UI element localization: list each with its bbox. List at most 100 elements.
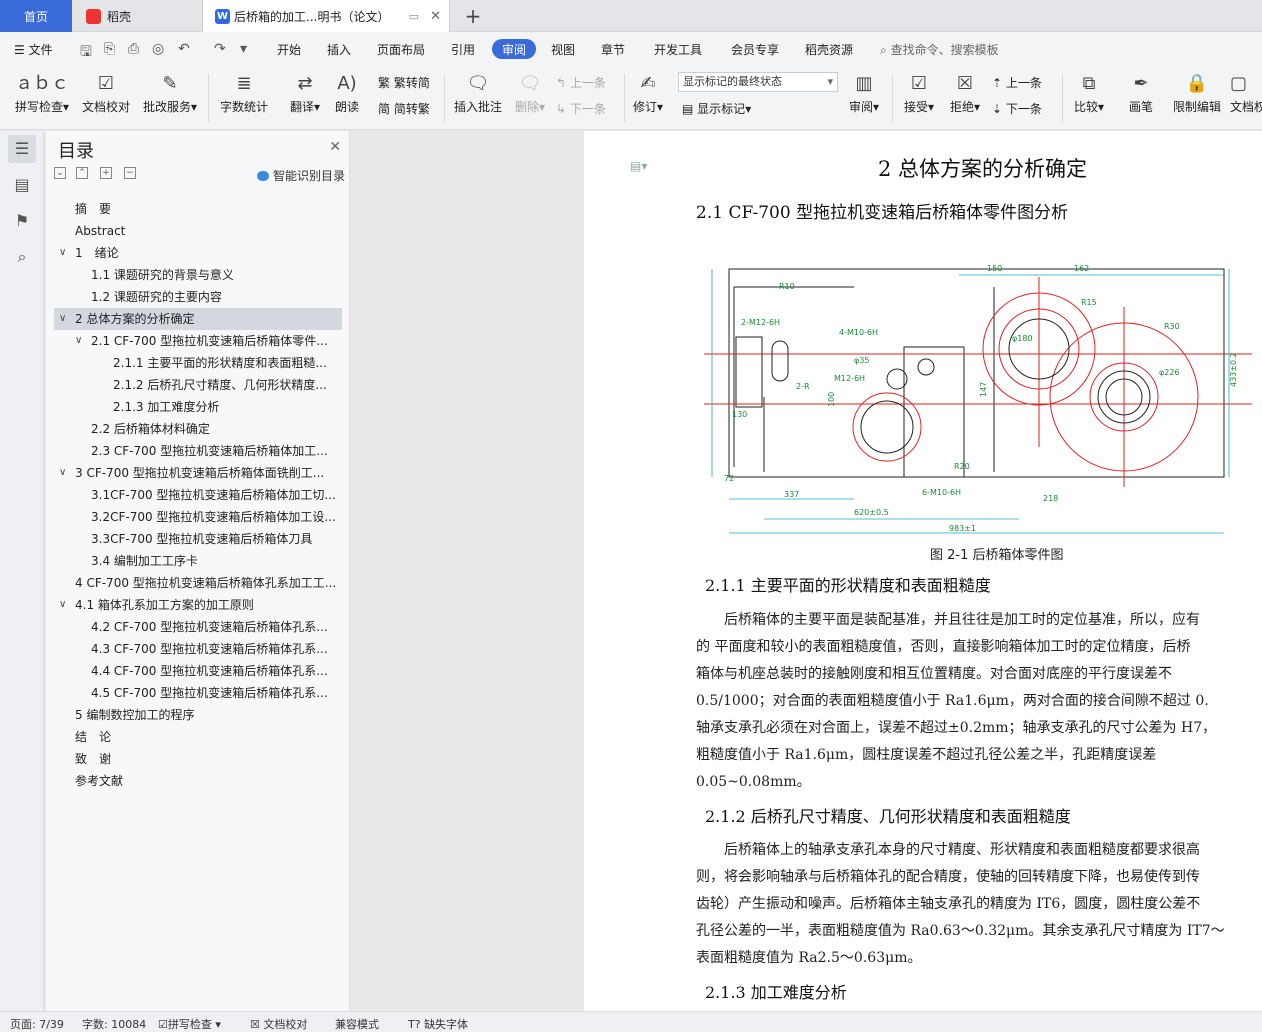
save-icon[interactable]: 🖫 xyxy=(80,41,92,65)
toc-item[interactable]: 结 论 xyxy=(54,726,342,748)
toc-item[interactable]: 4.5 CF-700 型拖拉机变速箱后桥箱体孔系... xyxy=(54,682,342,704)
chevron-down-icon[interactable]: ∨ xyxy=(59,594,66,616)
toc-item[interactable]: 2.1.1 主要平面的形状精度和表面粗糙... xyxy=(54,352,342,374)
chevron-down-icon[interactable]: ∨ xyxy=(75,330,82,352)
toc-item[interactable]: 参考文献 xyxy=(54,770,342,792)
read-aloud-button[interactable]: A) 朗读 xyxy=(332,70,362,115)
compare-button[interactable]: ⧉ 比较▾ xyxy=(1070,70,1108,115)
next-comment-button[interactable]: ↳ 下一条 xyxy=(556,100,606,117)
show-markup-button[interactable]: ▤ 显示标记▾ xyxy=(682,100,751,117)
tab-daoke[interactable]: 稻壳 xyxy=(72,0,202,32)
toc-item[interactable]: 3.1CF-700 型拖拉机变速箱后桥箱体加工切... xyxy=(54,484,342,506)
remove-heading-icon[interactable]: − xyxy=(124,167,136,179)
file-menu[interactable]: ☰ 文件 xyxy=(14,41,53,58)
toc-item[interactable]: 1.1 课题研究的背景与意义 xyxy=(54,264,342,286)
chevron-down-icon[interactable]: ∨ xyxy=(59,242,66,264)
find-icon[interactable]: ⌕ xyxy=(8,243,36,271)
toc-item[interactable]: 2.2 后桥箱体材料确定 xyxy=(54,418,342,440)
tab-daoke-label: 稻壳 xyxy=(107,9,132,24)
toc-item[interactable]: 3.4 编制加工工序卡 xyxy=(54,550,342,572)
toc-item[interactable]: 1.2 课题研究的主要内容 xyxy=(54,286,342,308)
window-restore-icon[interactable]: ▭ xyxy=(409,10,419,23)
toc-panel-icon[interactable]: ☰ xyxy=(8,135,36,163)
menu-review[interactable]: 审阅 xyxy=(492,39,536,59)
menu-references[interactable]: 引用 xyxy=(451,41,475,58)
page-indicator[interactable]: 页面: 7/39 xyxy=(10,1016,64,1032)
toc-item[interactable]: 2.1.3 加工难度分析 xyxy=(54,396,342,418)
chevron-down-icon[interactable]: ∨ xyxy=(59,308,66,330)
doccheck-status[interactable]: ☒ 文档校对 xyxy=(250,1016,307,1032)
expand-up-icon[interactable]: ⌃ xyxy=(76,167,88,179)
wordcount-button[interactable]: ≣ 字数统计 xyxy=(218,70,270,115)
toc-item[interactable]: ∨ 4.1 箱体孔系加工方案的加工原则 xyxy=(54,594,342,616)
print-icon[interactable]: ⎙ xyxy=(128,41,139,57)
correction-icon: ✎ xyxy=(162,73,178,94)
chapter-nav-icon[interactable]: ▤ xyxy=(8,171,36,199)
insert-comment-button[interactable]: 🗨 插入批注 xyxy=(452,70,504,115)
menu-daoke-resources[interactable]: 稻壳资源 xyxy=(805,41,853,58)
more-icon[interactable]: ▾ xyxy=(240,41,247,57)
toc-item[interactable]: 4.2 CF-700 型拖拉机变速箱后桥箱体孔系... xyxy=(54,616,342,638)
menu-start[interactable]: 开始 xyxy=(277,41,301,58)
doccheck-button[interactable]: ☑ 文档校对 xyxy=(80,70,132,115)
simp-to-trad-button[interactable]: 简 简转繁 xyxy=(378,100,430,117)
toc-item[interactable]: 摘 要 xyxy=(54,198,342,220)
export-icon[interactable]: ⎘ xyxy=(104,41,115,57)
spellcheck-button[interactable]: ａｂｃ 拼写检查▾ xyxy=(12,70,72,115)
doc-rights-button[interactable]: ▢ 文档权 xyxy=(1230,70,1262,115)
toc-item[interactable]: 4.4 CF-700 型拖拉机变速箱后桥箱体孔系... xyxy=(54,660,342,682)
next-change-button[interactable]: ⇣ 下一条 xyxy=(992,100,1042,117)
correction-button[interactable]: ✎ 批改服务▾ xyxy=(140,70,200,115)
toc-item[interactable]: 2.3 CF-700 型拖拉机变速箱后桥箱体加工... xyxy=(54,440,342,462)
tab-document[interactable]: W 后桥箱的加工...明书（论文） ▭ ✕ xyxy=(202,0,450,32)
undo-icon[interactable]: ↶ xyxy=(178,41,190,57)
toc-item[interactable]: 2.1.2 后桥孔尺寸精度、几何形状精度... xyxy=(54,374,342,396)
delete-comment-button[interactable]: 🗨 删除▾ xyxy=(512,70,548,115)
toc-item[interactable]: 致 谢 xyxy=(54,748,342,770)
translate-button[interactable]: ⇄ 翻译▾ xyxy=(286,70,324,115)
toc-item[interactable]: ∨ 3 CF-700 型拖拉机变速箱后桥箱体面铣削工... xyxy=(54,462,342,484)
toc-item[interactable]: ∨ 2 总体方案的分析确定 xyxy=(54,308,342,330)
menu-chapter[interactable]: 章节 xyxy=(601,41,625,58)
new-tab-button[interactable]: + xyxy=(458,0,488,32)
collapse-all-icon[interactable]: ⌄ xyxy=(54,167,66,179)
toc-item[interactable]: ∨ 1 绪论 xyxy=(54,242,342,264)
reject-button[interactable]: ☒ 拒绝▾ xyxy=(946,70,984,115)
menu-view[interactable]: 视图 xyxy=(551,41,575,58)
spellcheck-status[interactable]: ☑拼写检查 ▾ xyxy=(158,1016,221,1032)
menu-devtools[interactable]: 开发工具 xyxy=(654,41,702,58)
markup-state-select[interactable]: 显示标记的最终状态 xyxy=(678,72,838,92)
toc-item[interactable]: 4 CF-700 型拖拉机变速箱后桥箱体孔系加工工... xyxy=(54,572,342,594)
redo-icon[interactable]: ↷ xyxy=(214,41,226,57)
prev-comment-button[interactable]: ↰ 上一条 xyxy=(556,74,606,91)
menu-insert[interactable]: 插入 xyxy=(327,41,351,58)
menu-member[interactable]: 会员专享 xyxy=(731,41,779,58)
review-pane-button[interactable]: ▥ 审阅▾ xyxy=(846,70,882,115)
restrict-edit-button[interactable]: 🔒 限制编辑 xyxy=(1170,70,1224,115)
close-icon[interactable]: ✕ xyxy=(329,139,341,155)
smart-toc-button[interactable]: 智能识别目录 xyxy=(256,167,345,184)
bookmark-icon[interactable]: ⚑ xyxy=(8,207,36,235)
toc-item[interactable]: 3.2CF-700 型拖拉机变速箱后桥箱体加工设... xyxy=(54,506,342,528)
tab-home[interactable]: 首页 xyxy=(0,0,72,32)
revise-button[interactable]: ✍ 修订▾ xyxy=(630,70,666,115)
command-search[interactable]: ⌕ 查找命令、搜索模板 xyxy=(880,41,999,58)
add-heading-icon[interactable]: + xyxy=(100,167,112,179)
menu-layout[interactable]: 页面布局 xyxy=(377,41,425,58)
preview-icon[interactable]: ◎ xyxy=(152,41,164,57)
toc-item[interactable]: 4.3 CF-700 型拖拉机变速箱后桥箱体孔系... xyxy=(54,638,342,660)
chevron-down-icon[interactable]: ∨ xyxy=(59,462,66,484)
pen-button[interactable]: ✒ 画笔 xyxy=(1124,70,1158,115)
accept-button[interactable]: ☑ 接受▾ xyxy=(900,70,938,115)
missing-font-status[interactable]: T? 缺失字体 xyxy=(408,1016,468,1032)
prev-comment-label: 上一条 xyxy=(569,76,606,90)
paragraph-handle-icon[interactable]: ▤▾ xyxy=(630,159,647,173)
toc-item[interactable]: 5 编制数控加工的程序 xyxy=(54,704,342,726)
trad-to-simp-button[interactable]: 繁 繁转简 xyxy=(378,74,430,91)
toc-item[interactable]: Abstract xyxy=(54,220,342,242)
toc-item[interactable]: ∨ 2.1 CF-700 型拖拉机变速箱后桥箱体零件... xyxy=(54,330,342,352)
toc-item[interactable]: 3.3CF-700 型拖拉机变速箱后桥箱体刀具 xyxy=(54,528,342,550)
word-count[interactable]: 字数: 10084 xyxy=(82,1016,146,1032)
prev-change-button[interactable]: ⇡ 上一条 xyxy=(992,74,1042,91)
tab-close-icon[interactable]: ✕ xyxy=(430,9,441,24)
